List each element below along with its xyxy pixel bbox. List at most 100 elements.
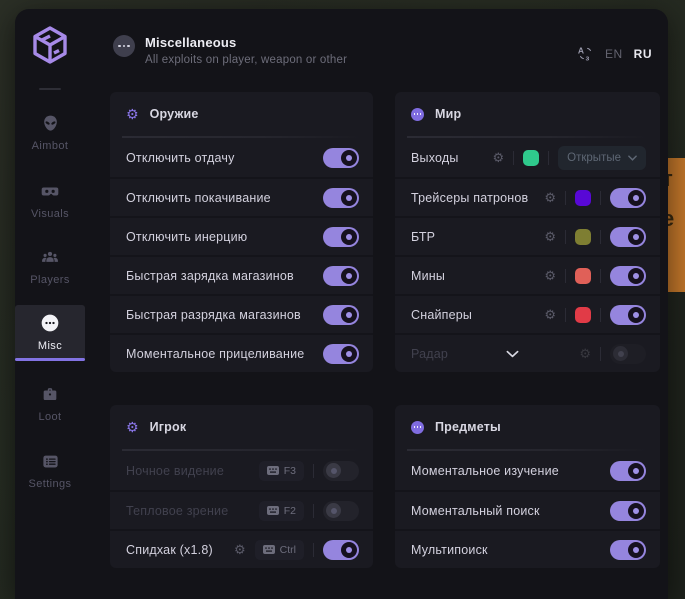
toggle-switch[interactable] — [323, 344, 359, 364]
ellipsis-circle-icon — [411, 421, 424, 434]
sidebar-item-misc[interactable]: Misc — [15, 305, 85, 361]
gear-icon[interactable]: ⚙ — [544, 308, 556, 321]
sidebar-item-aimbot[interactable]: Aimbot — [15, 106, 85, 161]
radar-row: Радар ⚙ — [395, 333, 660, 372]
section-weapon: ⚙ Оружие Отключить отдачу Отключить пока… — [110, 92, 373, 372]
lang-ru-button[interactable]: RU — [634, 47, 652, 61]
toggle-switch[interactable] — [610, 188, 646, 208]
section-title: Мир — [435, 107, 461, 121]
toggle-row: Моментальное прицеливание — [110, 333, 373, 372]
gear-icon: ⚙ — [126, 107, 139, 121]
row-label: Ночное видение — [126, 464, 224, 478]
sidebar-item-label: Visuals — [15, 208, 85, 220]
sidebar-item-label: Players — [15, 274, 85, 286]
toggle-switch[interactable] — [323, 188, 359, 208]
cheat-menu-window: Aimbot Visuals Players Misc — [15, 9, 668, 599]
keyboard-icon — [263, 545, 275, 554]
settings-list-icon — [41, 452, 60, 471]
toggle-row: Быстрая зарядка магазинов — [110, 255, 373, 294]
header-text: Miscellaneous All exploits on player, we… — [145, 35, 347, 66]
divider — [600, 191, 601, 205]
toggle-switch[interactable] — [323, 148, 359, 168]
divider — [600, 269, 601, 283]
color-swatch[interactable] — [575, 268, 591, 284]
gear-icon[interactable]: ⚙ — [544, 230, 556, 243]
toggle-switch[interactable] — [610, 266, 646, 286]
toggle-switch[interactable] — [323, 501, 359, 521]
translate-icon: A з — [577, 45, 594, 62]
chevron-down-icon[interactable] — [506, 350, 519, 358]
hotkey-badge[interactable]: F2 — [259, 501, 304, 521]
row-label: Снайперы — [411, 308, 472, 322]
exits-dropdown[interactable]: Открытые — [558, 146, 646, 170]
color-swatch[interactable] — [575, 229, 591, 245]
toggle-switch[interactable] — [610, 501, 646, 521]
toggle-switch[interactable] — [610, 461, 646, 481]
sidebar-item-settings[interactable]: Settings — [15, 444, 85, 499]
toggle-switch[interactable] — [323, 461, 359, 481]
row-label: Радар — [411, 347, 448, 361]
gear-icon[interactable]: ⚙ — [544, 191, 556, 204]
gear-icon[interactable]: ⚙ — [544, 269, 556, 282]
row-label: Отключить покачивание — [126, 191, 271, 205]
hotkey-badge[interactable]: F3 — [259, 461, 304, 481]
dropdown-row: Выходы ⚙ Открытые — [395, 138, 660, 177]
vr-headset-icon — [40, 182, 60, 201]
row-label: Быстрая зарядка магазинов — [126, 269, 294, 283]
toggle-switch[interactable] — [610, 305, 646, 325]
toggle-switch[interactable] — [323, 266, 359, 286]
ellipsis-circle-icon — [40, 313, 60, 333]
color-swatch[interactable] — [575, 307, 591, 323]
color-swatch[interactable] — [523, 150, 539, 166]
section-title: Предметы — [435, 420, 501, 434]
divider — [600, 230, 601, 244]
color-swatch[interactable] — [575, 190, 591, 206]
lang-en-button[interactable]: EN — [605, 47, 623, 61]
section-items: Предметы Моментальное изучение Моменталь… — [395, 405, 660, 568]
gear-icon[interactable]: ⚙ — [493, 151, 505, 164]
app-logo-icon — [28, 23, 72, 67]
row-label: Мины — [411, 269, 445, 283]
section-header: ⚙ Игрок — [110, 405, 373, 449]
section-title: Игрок — [150, 420, 187, 434]
divider — [513, 151, 514, 165]
ellipsis-circle-icon — [411, 108, 424, 121]
section-header: Предметы — [395, 405, 660, 449]
hotkey-label: F3 — [284, 465, 296, 477]
hotkey-toggle-row: Тепловое зрение F2 — [110, 490, 373, 529]
toggle-switch[interactable] — [610, 344, 646, 364]
toggle-row: Моментальное изучение — [395, 451, 660, 490]
briefcase-icon — [40, 385, 60, 404]
toggle-switch[interactable] — [610, 227, 646, 247]
sidebar-item-visuals[interactable]: Visuals — [15, 174, 85, 229]
section-avatar-ellipsis-icon — [113, 35, 135, 57]
toggle-switch[interactable] — [323, 305, 359, 325]
row-label: Трейсеры патронов — [411, 191, 528, 205]
players-icon — [40, 248, 60, 267]
row-label: Моментальное изучение — [411, 464, 559, 478]
sidebar-item-label: Misc — [15, 340, 85, 352]
toggle-switch[interactable] — [323, 227, 359, 247]
header: Miscellaneous All exploits on player, we… — [85, 9, 668, 89]
toggle-row: Отключить инерцию — [110, 216, 373, 255]
section-header: Мир — [395, 92, 660, 136]
divider — [313, 543, 314, 557]
toggle-switch[interactable] — [323, 540, 359, 560]
section-world: Мир Выходы ⚙ Открытые Трейсеры патронов … — [395, 92, 660, 372]
hotkey-toggle-row: Спидхак (x1.8) ⚙ Ctrl — [110, 529, 373, 568]
keyboard-icon — [267, 506, 279, 515]
toggle-row: Трейсеры патронов ⚙ — [395, 177, 660, 216]
row-label: Выходы — [411, 151, 459, 165]
language-switcher: A з EN RU — [577, 45, 652, 62]
sidebar-item-loot[interactable]: Loot — [15, 377, 85, 432]
hotkey-label: Ctrl — [280, 544, 296, 556]
hotkey-badge[interactable]: Ctrl — [255, 540, 304, 560]
gear-icon[interactable]: ⚙ — [579, 347, 591, 360]
sidebar-item-players[interactable]: Players — [15, 240, 85, 295]
gear-icon[interactable]: ⚙ — [234, 543, 246, 556]
keyboard-icon — [267, 466, 279, 475]
divider — [600, 308, 601, 322]
sidebar-item-label: Settings — [15, 478, 85, 490]
page-subtitle: All exploits on player, weapon or other — [145, 54, 347, 66]
toggle-switch[interactable] — [610, 540, 646, 560]
